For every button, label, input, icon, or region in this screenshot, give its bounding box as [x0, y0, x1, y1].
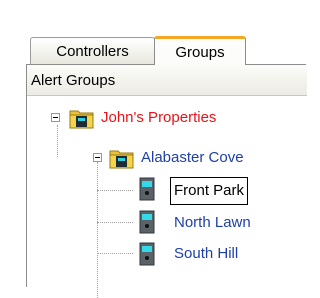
tree-line [97, 253, 133, 254]
collapse-toggle[interactable] [93, 153, 102, 162]
tree-line [97, 190, 133, 191]
controller-icon [139, 177, 155, 201]
tree-node-north-lawn[interactable]: North Lawn [174, 214, 251, 231]
tab-groups[interactable]: Groups [154, 36, 246, 66]
collapse-toggle[interactable] [51, 113, 60, 122]
panel-title: Alert Groups [31, 72, 116, 89]
tree-node-alabaster-cove[interactable]: Alabaster Cove [141, 149, 244, 166]
panel-header: Alert Groups [27, 65, 307, 96]
groups-panel: Alert Groups John's Properties Alabaster… [26, 65, 307, 298]
controller-icon [139, 210, 155, 234]
controller-icon [139, 242, 155, 266]
tab-strip: Controllers Groups [0, 0, 306, 66]
tree-node-south-hill[interactable]: South Hill [174, 245, 238, 262]
tree-line [57, 125, 58, 157]
tree-line [97, 162, 98, 298]
tree-node-front-park[interactable]: Front Park [170, 177, 249, 205]
folder-icon [69, 110, 94, 129]
tree-line [97, 222, 133, 223]
folder-icon [109, 150, 134, 169]
tree-node-johns-properties[interactable]: John's Properties [101, 109, 216, 126]
tab-controllers[interactable]: Controllers [30, 37, 155, 66]
